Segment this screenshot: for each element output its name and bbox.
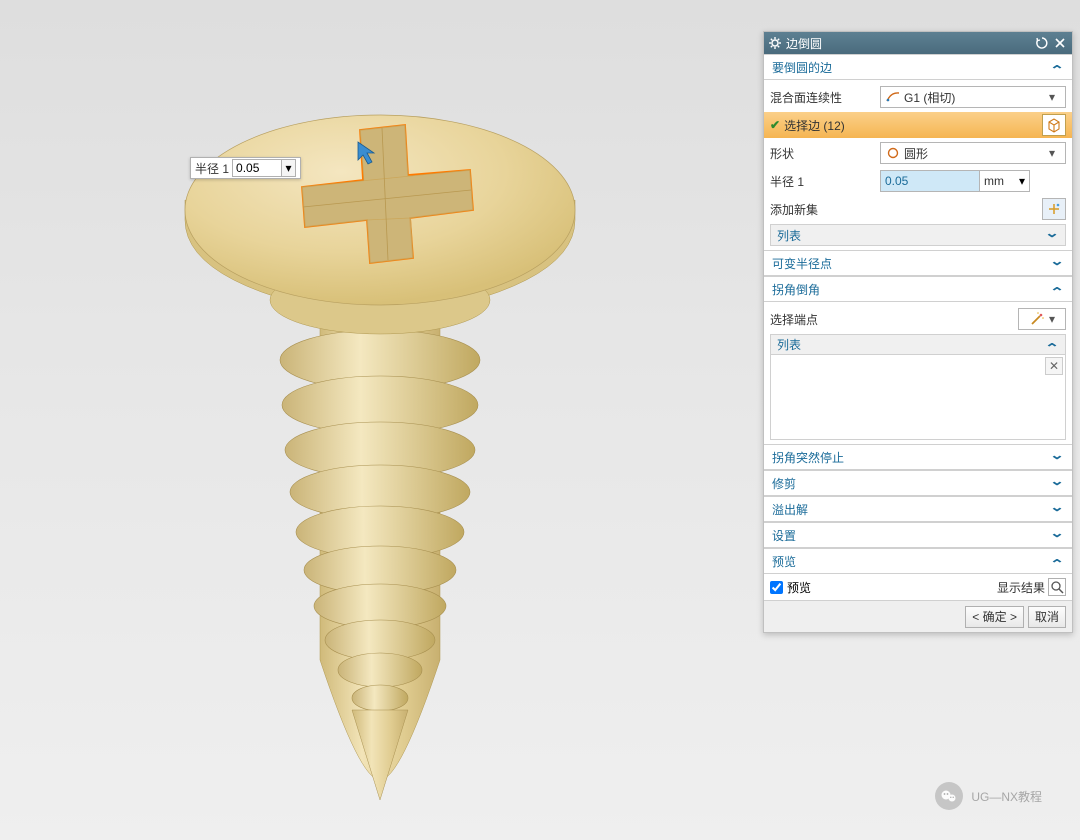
chevron-up-icon [1050,282,1064,296]
select-edges-row[interactable]: ✔ 选择边 (12) [764,112,1072,138]
wand-icon [1029,311,1045,327]
chevron-down-icon [1050,528,1064,542]
add-new-set-label: 添加新集 [770,201,880,218]
chevron-down-icon [1050,502,1064,516]
cancel-button[interactable]: 取消 [1028,606,1066,628]
cube-icon [1046,117,1062,133]
close-icon[interactable] [1052,35,1068,51]
floating-radius-field[interactable] [232,159,282,177]
x-icon: ✕ [1049,359,1059,373]
edge-blend-dialog: 边倒圆 要倒圆的边 混合面连续性 G1 (相切) ▾ ✔ 选择边 (12) 形状 [763,31,1073,633]
corner-list-box: 列表 ✕ [770,334,1066,440]
edges-list-header[interactable]: 列表 [770,224,1066,246]
select-edges-button[interactable] [1042,114,1066,136]
dialog-title: 边倒圆 [786,35,1032,52]
watermark-text: UG—NX教程 [971,788,1042,805]
select-endpoint-label: 选择端点 [770,311,1018,328]
preview-row: 预览 显示结果 [764,574,1072,600]
floating-radius-dropdown[interactable]: ▾ [282,159,296,177]
continuity-icon [885,89,901,105]
chevron-up-icon [1050,554,1064,568]
radius-label: 半径 1 [770,173,880,190]
wechat-icon [935,782,963,810]
list-remove-button[interactable]: ✕ [1045,357,1063,375]
chevron-down-icon: ▾ [1049,146,1061,160]
section-edges-header[interactable]: 要倒圆的边 [764,54,1072,80]
dialog-titlebar[interactable]: 边倒圆 [764,32,1072,54]
chevron-down-icon: ▾ [1049,90,1061,104]
preview-checkbox[interactable] [770,581,783,594]
section-variable-radius-header[interactable]: 可变半径点 [764,250,1072,276]
radius-unit-select[interactable]: mm ▾ [980,170,1030,192]
magnifier-icon [1048,578,1066,596]
plus-icon [1047,202,1061,216]
select-endpoint-button[interactable]: ▾ [1018,308,1066,330]
corner-list-body[interactable]: ✕ [771,355,1065,439]
chevron-down-icon [1050,256,1064,270]
chevron-down-icon [1050,476,1064,490]
gear-icon [768,36,782,50]
radius-input[interactable] [880,170,980,192]
floating-radius-label: 半径 1 [195,160,229,177]
section-overflow-header[interactable]: 溢出解 [764,496,1072,522]
section-settings-header[interactable]: 设置 [764,522,1072,548]
add-new-set-button[interactable] [1042,198,1066,220]
show-result-button[interactable]: 显示结果 [997,578,1066,596]
chevron-up-icon [1045,338,1059,352]
reset-icon[interactable] [1034,35,1050,51]
ok-button[interactable]: < 确定 > [965,606,1024,628]
circle-icon [885,145,901,161]
check-icon: ✔ [770,118,780,132]
shape-label: 形状 [770,145,880,162]
floating-radius-input[interactable]: 半径 1 ▾ [190,157,301,179]
section-corner-setback-header[interactable]: 拐角倒角 [764,276,1072,302]
model-screw [10,20,690,840]
chevron-down-icon: ▾ [1019,174,1025,188]
blend-continuity-select[interactable]: G1 (相切) ▾ [880,86,1066,108]
blend-continuity-label: 混合面连续性 [770,89,880,106]
section-corner-stop-header[interactable]: 拐角突然停止 [764,444,1072,470]
section-trim-header[interactable]: 修剪 [764,470,1072,496]
section-preview-header[interactable]: 预览 [764,548,1072,574]
chevron-up-icon [1050,60,1064,74]
preview-checkbox-label: 预览 [787,579,997,596]
dialog-footer: < 确定 > 取消 [764,600,1072,632]
chevron-down-icon [1050,450,1064,464]
chevron-down-icon: ▾ [1049,312,1055,326]
section-corner-setback-body: 选择端点 ▾ 列表 ✕ [764,302,1072,444]
chevron-down-icon [1045,228,1059,242]
shape-select[interactable]: 圆形 ▾ [880,142,1066,164]
watermark: UG—NX教程 [935,782,1042,810]
corner-list-header[interactable]: 列表 [771,335,1065,355]
section-edges-body: 混合面连续性 G1 (相切) ▾ ✔ 选择边 (12) 形状 圆形 ▾ 半径 1 [764,80,1072,250]
